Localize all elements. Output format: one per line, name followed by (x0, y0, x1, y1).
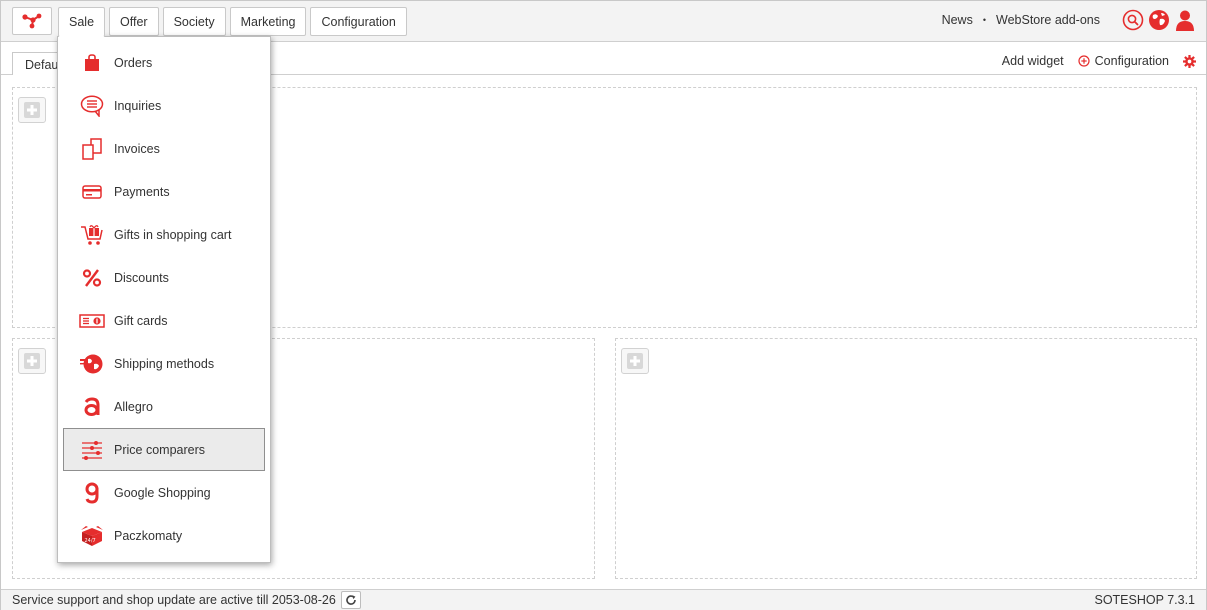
nav-tab-offer[interactable]: Offer (109, 7, 159, 36)
gear-icon[interactable] (1183, 54, 1196, 68)
news-link[interactable]: News (942, 13, 973, 27)
menu-item-payments[interactable]: Payments (63, 170, 265, 213)
menu-item-label: Invoices (114, 141, 160, 156)
sale-dropdown-menu: Orders Inquiries Invoices Payments Gifts… (57, 36, 271, 563)
globe-icon[interactable] (1148, 9, 1170, 31)
menu-item-label: Gift cards (114, 313, 168, 328)
add-widget-button[interactable] (18, 97, 46, 123)
menu-item-paczkomaty[interactable]: 24/7 Paczkomaty (63, 514, 265, 557)
refresh-icon (346, 595, 356, 605)
menu-item-gift-cards[interactable]: Gift cards (63, 299, 265, 342)
menu-item-discounts[interactable]: Discounts (63, 256, 265, 299)
menu-item-label: Allegro (114, 399, 153, 414)
speech-bubble-icon (79, 94, 105, 118)
webstore-addons-link[interactable]: WebStore add-ons (996, 13, 1100, 27)
menu-item-label: Shipping methods (114, 356, 215, 371)
dashboard-actions: Add widget Configuration (1002, 54, 1196, 68)
menu-item-label: Price comparers (114, 442, 205, 457)
home-logo-button[interactable] (12, 7, 52, 35)
plus-icon (24, 353, 40, 369)
menu-item-label: Discounts (114, 270, 169, 285)
support-status-text: Service support and shop update are acti… (12, 593, 336, 607)
menu-item-shipping-methods[interactable]: Shipping methods (63, 342, 265, 385)
credit-card-icon (79, 180, 105, 204)
add-circle-icon[interactable] (1078, 55, 1090, 67)
main-nav: Sale Offer Society Marketing Configurati… (58, 7, 407, 37)
documents-icon (79, 137, 105, 161)
top-right-links: News • WebStore add-ons (942, 9, 1196, 31)
menu-item-inquiries[interactable]: Inquiries (63, 84, 265, 127)
menu-item-allegro[interactable]: Allegro (63, 385, 265, 428)
shopping-bag-icon (79, 51, 105, 75)
parcel-box-icon: 24/7 (79, 524, 105, 548)
nav-tab-configuration[interactable]: Configuration (310, 7, 407, 36)
gift-card-icon (79, 309, 105, 333)
footer: Service support and shop update are acti… (1, 589, 1206, 610)
allegro-icon (79, 395, 105, 419)
plus-icon (24, 102, 40, 118)
menu-item-label: Paczkomaty (114, 528, 183, 543)
gift-cart-icon (79, 223, 105, 247)
widget-zone-bottom-right (615, 338, 1197, 579)
menu-item-orders[interactable]: Orders (63, 41, 265, 84)
dashboard-configuration-link[interactable]: Configuration (1095, 54, 1169, 68)
search-icon[interactable] (1122, 9, 1144, 31)
plus-icon (627, 353, 643, 369)
nav-tab-society[interactable]: Society (162, 7, 226, 36)
menu-item-invoices[interactable]: Invoices (63, 127, 265, 170)
nav-tab-marketing[interactable]: Marketing (229, 7, 307, 36)
user-icon[interactable] (1174, 9, 1196, 31)
google-g-icon (79, 481, 105, 505)
percent-icon (79, 266, 105, 290)
add-widget-button[interactable] (18, 348, 46, 374)
menu-item-label: Payments (114, 184, 170, 199)
molecule-logo-icon (22, 13, 42, 29)
add-widget-button[interactable] (621, 348, 649, 374)
sliders-icon (79, 438, 105, 462)
globe-shipping-icon (79, 352, 105, 376)
version-text: SOTESHOP 7.3.1 (1094, 593, 1195, 607)
link-separator: • (982, 15, 986, 25)
svg-text:24/7: 24/7 (85, 538, 96, 544)
nav-tab-sale[interactable]: Sale (58, 7, 106, 37)
add-widget-link[interactable]: Add widget (1002, 54, 1064, 68)
menu-item-price-comparers[interactable]: Price comparers (63, 428, 265, 471)
menu-item-label: Orders (114, 55, 153, 70)
top-icons (1122, 9, 1196, 31)
refresh-button[interactable] (340, 591, 361, 609)
menu-item-label: Inquiries (114, 98, 162, 113)
menu-item-label: Google Shopping (114, 485, 211, 500)
menu-item-google-shopping[interactable]: Google Shopping (63, 471, 265, 514)
menu-item-label: Gifts in shopping cart (114, 227, 232, 242)
menu-item-gifts-in-cart[interactable]: Gifts in shopping cart (63, 213, 265, 256)
